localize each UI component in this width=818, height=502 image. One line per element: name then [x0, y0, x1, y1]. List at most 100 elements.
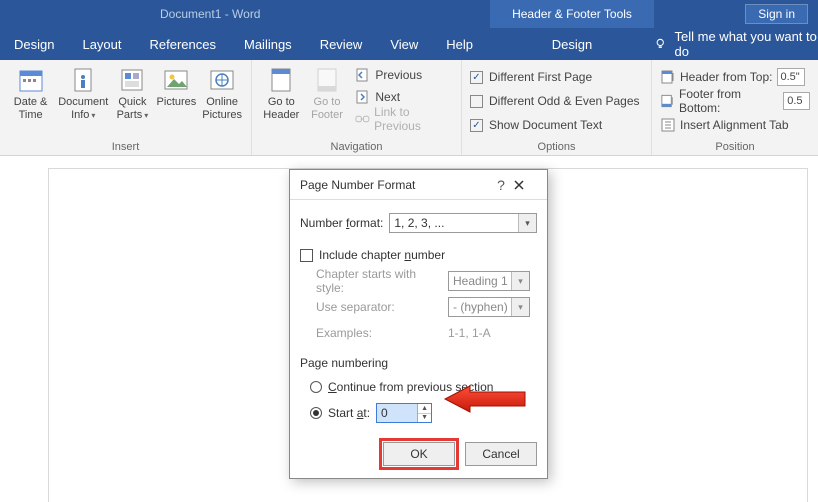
tell-me-search[interactable]: Tell me what you want to do — [654, 29, 818, 59]
show-document-text-checkbox[interactable]: ✓ Show Document Text — [470, 114, 602, 136]
goto-header-label: Go toHeader — [263, 96, 299, 121]
include-chapter-label: Include chapter number — [319, 248, 445, 262]
number-format-combo[interactable]: 1, 2, 3, ... ▾ — [389, 213, 537, 233]
chevron-down-icon: ▾ — [518, 214, 536, 232]
chevron-down-icon: ▾ — [511, 272, 529, 290]
page-number-format-dialog: Page Number Format ? Number format: 1, 2… — [289, 169, 548, 479]
quick-parts-label: QuickParts — [117, 96, 149, 121]
tab-design[interactable]: Design — [0, 28, 68, 60]
lightbulb-icon — [654, 37, 667, 51]
close-icon — [513, 179, 525, 191]
goto-footer-label: Go toFooter — [311, 96, 343, 121]
separator-combo: - (hyphen) ▾ — [448, 297, 530, 317]
close-button[interactable] — [513, 179, 537, 191]
tab-review[interactable]: Review — [306, 28, 377, 60]
alignment-tab-icon — [660, 117, 676, 133]
dialog-title: Page Number Format — [300, 178, 489, 192]
separator-label: Use separator: — [316, 300, 442, 314]
link-previous-button: Link to Previous — [355, 108, 453, 130]
title-bar: Document1 - Word Header & Footer Tools S… — [0, 0, 818, 28]
separator-value: - (hyphen) — [453, 300, 508, 314]
checkbox-icon: ✓ — [470, 71, 483, 84]
group-options-label: Options — [470, 141, 643, 155]
next-label: Next — [375, 90, 400, 104]
start-at-label: Start at: — [328, 406, 370, 420]
online-pictures-icon — [208, 66, 236, 94]
different-odd-even-label: Different Odd & Even Pages — [489, 94, 640, 108]
continue-label: Continue from previous section — [328, 380, 493, 394]
header-from-top-row[interactable]: Header from Top: 0.5" — [660, 66, 805, 88]
start-at-value: 0 — [377, 404, 417, 422]
start-at-radio[interactable] — [310, 407, 322, 419]
group-navigation: Go toHeader Go toFooter Previous Next Li… — [252, 60, 462, 155]
footer-from-bottom-label: Footer from Bottom: — [679, 87, 779, 115]
quick-parts-icon — [118, 66, 146, 94]
link-previous-label: Link to Previous — [374, 105, 453, 133]
number-format-value: 1, 2, 3, ... — [394, 216, 444, 230]
group-options: ✓ Different First Page Different Odd & E… — [462, 60, 652, 155]
page-numbering-label: Page numbering — [300, 356, 537, 370]
dialog-titlebar: Page Number Format ? — [290, 170, 547, 200]
group-position-label: Position — [660, 141, 810, 155]
different-odd-even-checkbox[interactable]: Different Odd & Even Pages — [470, 90, 640, 112]
checkbox-icon — [470, 95, 483, 108]
chapter-style-combo: Heading 1 ▾ — [448, 271, 530, 291]
include-chapter-checkbox[interactable] — [300, 249, 313, 262]
footer-from-bottom-row[interactable]: Footer from Bottom: 0.5 — [660, 90, 810, 112]
next-icon — [355, 89, 371, 105]
previous-button[interactable]: Previous — [355, 64, 453, 86]
quick-parts-button[interactable]: QuickParts — [113, 64, 151, 121]
checkbox-icon: ✓ — [470, 119, 483, 132]
examples-value: 1-1, 1-A — [448, 326, 491, 340]
document-title: Document1 - Word — [160, 7, 260, 21]
group-insert: Date &Time DocumentInfo QuickParts Pictu… — [0, 60, 252, 155]
document-info-label: DocumentInfo — [58, 96, 108, 121]
insert-alignment-tab-button[interactable]: Insert Alignment Tab — [660, 114, 789, 136]
pictures-icon — [162, 66, 190, 94]
insert-alignment-tab-label: Insert Alignment Tab — [680, 118, 789, 132]
chevron-down-icon: ▾ — [511, 298, 529, 316]
show-document-text-label: Show Document Text — [489, 118, 602, 132]
link-icon — [355, 111, 370, 127]
tab-view[interactable]: View — [376, 28, 432, 60]
footer-position-icon — [660, 93, 675, 109]
continue-radio[interactable] — [310, 381, 322, 393]
spinner-buttons[interactable]: ▲▼ — [417, 404, 431, 422]
goto-header-icon — [267, 66, 295, 94]
ribbon-tabs: Design Layout References Mailings Review… — [0, 28, 818, 60]
help-button[interactable]: ? — [489, 177, 513, 193]
start-at-spinner[interactable]: 0 ▲▼ — [376, 403, 432, 423]
calendar-icon — [17, 66, 45, 94]
tell-me-label: Tell me what you want to do — [675, 29, 818, 59]
previous-label: Previous — [375, 68, 422, 82]
date-time-button[interactable]: Date &Time — [8, 64, 53, 121]
different-first-page-checkbox[interactable]: ✓ Different First Page — [470, 66, 592, 88]
sign-in-button[interactable]: Sign in — [745, 4, 808, 24]
group-insert-label: Insert — [8, 141, 243, 155]
tab-references[interactable]: References — [136, 28, 230, 60]
document-info-button[interactable]: DocumentInfo — [57, 64, 109, 121]
tab-layout[interactable]: Layout — [68, 28, 135, 60]
goto-footer-button: Go toFooter — [307, 64, 348, 121]
footer-from-bottom-value[interactable]: 0.5 — [783, 92, 810, 110]
online-pictures-label: OnlinePictures — [202, 96, 242, 121]
pictures-button[interactable]: Pictures — [156, 64, 198, 109]
group-navigation-label: Navigation — [260, 141, 453, 155]
pictures-label: Pictures — [157, 96, 197, 109]
tab-mailings[interactable]: Mailings — [230, 28, 306, 60]
number-format-label: Number format: — [300, 216, 383, 230]
group-position: Header from Top: 0.5" Footer from Bottom… — [652, 60, 818, 155]
header-from-top-label: Header from Top: — [680, 70, 773, 84]
chapter-style-value: Heading 1 — [453, 274, 508, 288]
tab-help[interactable]: Help — [432, 28, 487, 60]
different-first-page-label: Different First Page — [489, 70, 592, 84]
document-info-icon — [69, 66, 97, 94]
online-pictures-button[interactable]: OnlinePictures — [201, 64, 243, 121]
header-from-top-value[interactable]: 0.5" — [777, 68, 805, 86]
previous-icon — [355, 67, 371, 83]
ok-button[interactable]: OK — [383, 442, 455, 466]
cancel-button[interactable]: Cancel — [465, 442, 537, 466]
goto-header-button[interactable]: Go toHeader — [260, 64, 303, 121]
tab-hf-design[interactable]: Design — [490, 28, 654, 60]
header-position-icon — [660, 69, 676, 85]
